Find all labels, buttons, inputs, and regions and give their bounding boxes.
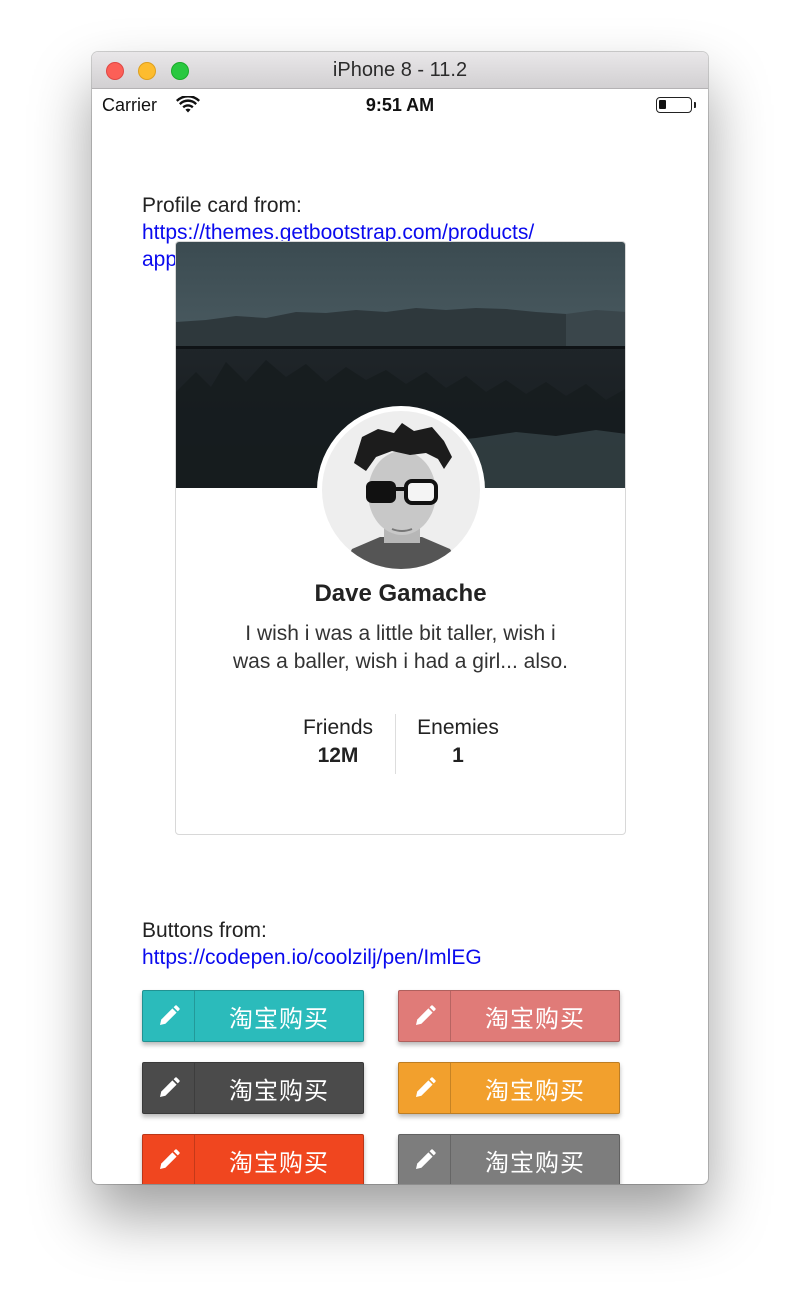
pencil-icon [143,1063,195,1113]
pencil-icon [399,1135,451,1184]
window-titlebar[interactable]: iPhone 8 - 11.2 [92,52,708,89]
enemies-stat-value: 1 [452,744,464,767]
buttons-section-label: Buttons from: [142,919,267,942]
buy-button-teal[interactable]: 淘宝购买 [142,990,364,1042]
friends-stat-label: Friends [302,716,374,739]
buy-button-salmon[interactable]: 淘宝购买 [398,990,620,1042]
profile-bio-line2: was a baller, wish i had a girl... also. [233,650,568,673]
buy-button-label: 淘宝购买 [229,1076,329,1105]
profile-bio-line1: I wish i was a little bit taller, wish i [245,622,556,645]
friends-stat-value: 12M [317,744,359,767]
buy-button-dark[interactable]: 淘宝购买 [142,1062,364,1114]
enemies-stat-label: Enemies [417,716,499,739]
buy-button-label: 淘宝购买 [229,1148,329,1177]
simulator-window: iPhone 8 - 11.2 Carrier 9:51 AM Profile … [92,52,708,1184]
buy-button-gray[interactable]: 淘宝购买 [398,1134,620,1184]
clock-label: 9:51 AM [365,95,435,115]
pencil-icon [143,1135,195,1184]
battery-nub [694,102,696,108]
avatar-frame [317,406,485,574]
buy-button-red[interactable]: 淘宝购买 [142,1134,364,1184]
window-title: iPhone 8 - 11.2 [332,59,468,81]
buttons-source-link[interactable]: https://codepen.io/coolzilj/pen/ImlEG [142,944,622,971]
profile-section-label: Profile card from: [142,194,302,217]
friends-stat[interactable]: Friends 12M [288,714,388,770]
battery-icon [656,97,692,113]
pencil-icon [399,1063,451,1113]
buy-button-label: 淘宝购买 [485,1004,585,1033]
buy-button-label: 淘宝购买 [485,1148,585,1177]
app-content[interactable]: Profile card from: https://themes.getboo… [92,123,708,1184]
pencil-icon [399,991,451,1041]
enemies-stat[interactable]: Enemies 1 [408,714,508,770]
profile-bio: I wish i was a little bit taller, wish i… [200,620,601,676]
buy-button-label: 淘宝购买 [485,1076,585,1105]
stat-divider [395,714,396,774]
buy-button-label: 淘宝购买 [229,1004,329,1033]
ios-status-bar: Carrier 9:51 AM [92,89,708,123]
pencil-icon [143,991,195,1041]
buy-button-orange[interactable]: 淘宝购买 [398,1062,620,1114]
avatar[interactable] [322,411,480,569]
profile-card: Dave Gamache I wish i was a little bit t… [175,241,626,835]
battery-level [659,100,666,109]
profile-name: Dave Gamache [314,580,487,607]
